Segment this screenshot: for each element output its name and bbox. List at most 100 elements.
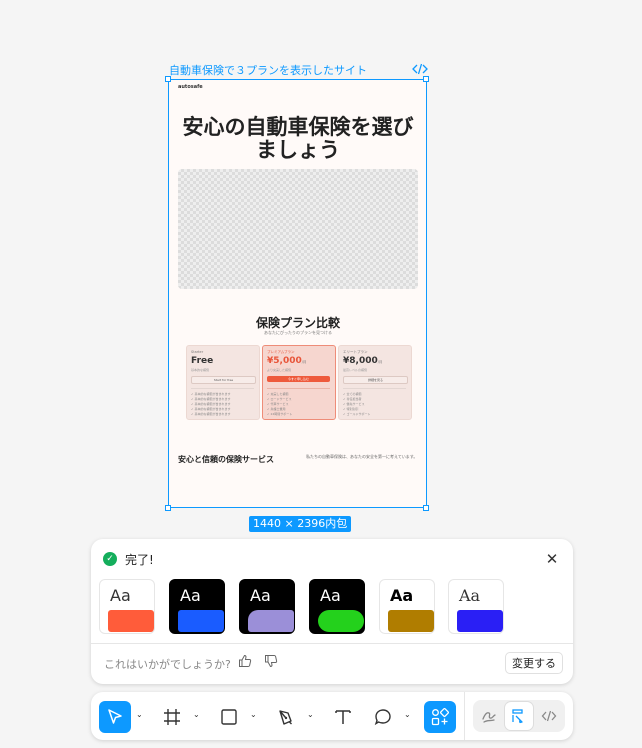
theme-label: Aa	[180, 586, 201, 605]
hero-title: 安心の自動車保険を選びましょう	[182, 115, 414, 162]
plan-feature: 特別割引	[343, 407, 358, 411]
plan-desc: 最高レベルの補償	[343, 368, 368, 372]
plan-name: Starter	[191, 350, 204, 354]
comment-tool-button[interactable]	[367, 701, 399, 733]
plan-card-starter: Starter Free 基本的な補償 Start for free 基本的な補…	[186, 345, 260, 420]
text-tool-button[interactable]	[327, 701, 359, 733]
plan-desc: より充実した補償	[267, 368, 291, 372]
chevron-down-icon[interactable]: ⌄	[250, 710, 260, 722]
plan-feature: 基本的な補償が含まれます	[191, 397, 230, 401]
site-logo: autosafe	[178, 84, 203, 90]
theme-color-swatch	[178, 610, 224, 632]
plan-feature: 代車サービス	[267, 402, 288, 406]
theme-color-swatch	[318, 610, 364, 632]
plan-feature: 基本的な補償が含まれます	[191, 402, 230, 406]
plan-feature: 専任担当者	[343, 397, 361, 401]
plan-card-elite: エリートプラン ¥8,000/月 最高レベルの補償 詳細を見る 全ての補償 専任…	[338, 345, 412, 420]
dev-mode-button[interactable]	[535, 702, 563, 730]
plan-desc: 基本的な補償	[191, 368, 210, 372]
plan-price: ¥5,000/月	[267, 356, 307, 366]
plan-feature: ゴールドサポート	[343, 412, 370, 416]
thumbs-down-icon[interactable]	[264, 654, 278, 668]
resize-handle-bottom-left[interactable]	[165, 505, 171, 511]
check-icon: ✓	[103, 552, 117, 566]
thumbs-up-icon[interactable]	[238, 654, 252, 668]
frame-title[interactable]: 自動車保険で３プランを表示したサイト	[169, 62, 367, 78]
divider	[191, 388, 254, 389]
comment-icon	[374, 709, 391, 726]
plan-feature: 基本的な補償が含まれます	[191, 392, 230, 396]
plan-feature: 全ての補償	[343, 392, 361, 396]
theme-option[interactable]: Aa	[309, 579, 365, 634]
text-icon	[335, 710, 351, 724]
code-icon[interactable]	[412, 61, 428, 75]
theme-option[interactable]: Aa	[99, 579, 155, 634]
actions-tool-button[interactable]	[424, 701, 456, 733]
divider	[267, 388, 330, 389]
theme-option[interactable]: Aa	[169, 579, 225, 634]
theme-option[interactable]: Aa	[448, 579, 504, 634]
plan-button: 詳細を見る	[343, 376, 408, 384]
rectangle-tool-button[interactable]	[213, 701, 245, 733]
result-panel: ✓ 完了! ✕ Aa Aa Aa Aa Aa Aa これはいかがでしょうか? 変…	[91, 539, 573, 684]
footer-text: 私たちの自動車保険は、あなたの安全を第一に考えています。	[306, 454, 418, 459]
chevron-down-icon[interactable]: ⌄	[307, 710, 317, 722]
draw-mode-button[interactable]	[475, 702, 503, 730]
hero-image-placeholder	[178, 169, 418, 289]
feedback-prompt: これはいかがでしょうか?	[104, 658, 231, 671]
theme-option[interactable]: Aa	[379, 579, 435, 634]
chevron-down-icon[interactable]: ⌄	[404, 710, 414, 722]
plan-name: エリートプラン	[343, 350, 368, 354]
plan-feature: 優先サービス	[343, 402, 364, 406]
plan-card-premium: プレミアムプラン ¥5,000/月 より充実した補償 今すぐ申し込む 充実した補…	[262, 345, 336, 420]
move-tool-button[interactable]	[99, 701, 131, 733]
divider	[343, 388, 406, 389]
resize-handle-bottom-right[interactable]	[423, 505, 429, 511]
frame-size-badge: 1440 × 2396内包	[249, 516, 352, 532]
footer-title: 安心と信頼の保険サービス	[178, 455, 274, 464]
theme-color-swatch	[457, 610, 503, 632]
theme-label: Aa	[459, 586, 481, 605]
theme-option[interactable]: Aa	[239, 579, 295, 634]
plan-feature: 弁護士費用	[267, 407, 285, 411]
compare-subtitle: あなたにぴったりのプランを見つける	[264, 330, 332, 335]
compare-title: 保険プラン比較	[255, 316, 340, 330]
chevron-down-icon[interactable]: ⌄	[193, 710, 203, 722]
plan-feature: ロードサービス	[267, 397, 291, 401]
resize-handle-top-right[interactable]	[423, 76, 429, 82]
plan-button: 今すぐ申し込む	[267, 376, 330, 382]
divider	[91, 643, 573, 644]
rectangle-icon	[221, 709, 237, 725]
plan-button: Start for free	[191, 376, 256, 384]
plan-price: ¥8,000/月	[343, 356, 383, 366]
apps-icon	[431, 708, 449, 726]
theme-color-swatch	[388, 610, 434, 632]
theme-label: Aa	[250, 586, 271, 605]
change-button[interactable]: 変更する	[505, 652, 563, 674]
pen-tool-button[interactable]	[270, 701, 302, 733]
theme-color-swatch	[108, 610, 154, 632]
theme-label: Aa	[390, 586, 414, 605]
close-button[interactable]: ✕	[543, 550, 561, 568]
frame-icon	[164, 709, 180, 725]
resize-handle-top-left[interactable]	[165, 76, 171, 82]
plan-feature: 基本的な補償が含まれます	[191, 412, 230, 416]
plan-feature: 24時間サポート	[267, 412, 292, 416]
mode-switcher	[473, 700, 565, 732]
website-frame[interactable]: autosafe 安心の自動車保険を選びましょう 保険プラン比較 あなたにぴった…	[168, 79, 427, 508]
theme-label: Aa	[110, 586, 131, 605]
design-mode-button[interactable]	[505, 702, 533, 730]
cursor-icon	[108, 709, 122, 724]
plan-name: プレミアムプラン	[267, 350, 295, 354]
bottom-toolbar: ⌄ ⌄ ⌄ ⌄ ⌄	[91, 692, 573, 740]
design-icon	[512, 709, 523, 724]
frame-tool-button[interactable]	[156, 701, 188, 733]
chevron-down-icon[interactable]: ⌄	[136, 710, 146, 722]
plan-feature: 充実した補償	[267, 392, 288, 396]
theme-color-swatch	[248, 610, 294, 632]
theme-label: Aa	[320, 586, 341, 605]
toolbar-divider	[464, 692, 465, 740]
pen-icon	[279, 710, 292, 725]
plan-feature: 基本的な補償が含まれます	[191, 407, 230, 411]
code-icon	[541, 710, 557, 722]
